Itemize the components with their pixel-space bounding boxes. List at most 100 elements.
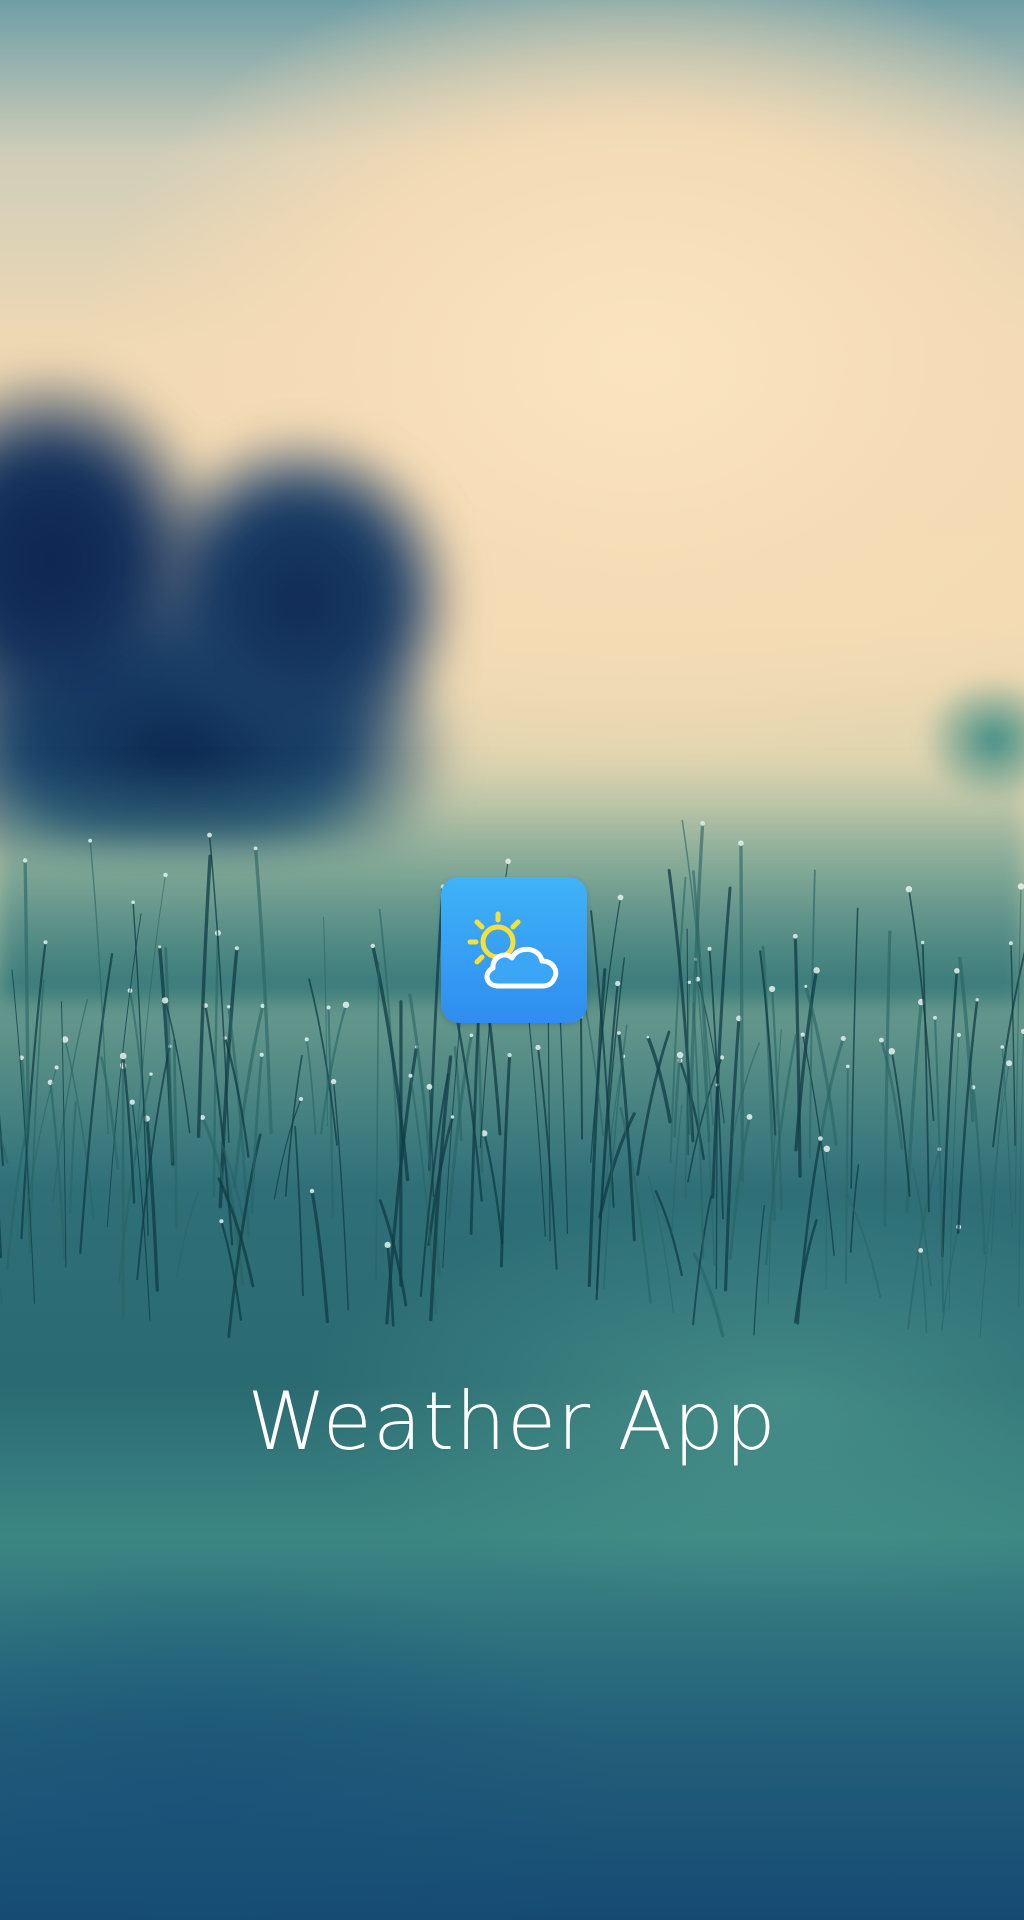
grass-blade: [0, 1114, 5, 1166]
grass-blade: [646, 1035, 672, 1124]
dew-drop: [505, 858, 511, 865]
dew-drop: [161, 997, 169, 1004]
grass-blade: [23, 858, 30, 1135]
grass-blade: [327, 1006, 334, 1218]
dew-drop: [800, 1032, 805, 1037]
dew-drop: [746, 1114, 753, 1120]
grass-blade: [294, 1125, 304, 1297]
dew-drop: [617, 894, 624, 901]
grass-blade: [172, 1039, 178, 1229]
grass-blade: [250, 1053, 264, 1214]
dew-drop: [54, 1065, 59, 1070]
dew-drop: [918, 1248, 924, 1253]
grass-blade: [972, 1086, 986, 1256]
grass-blade: [905, 1000, 924, 1214]
dew-drop: [158, 945, 162, 949]
grass-blade: [753, 1204, 765, 1336]
grass-blade: [907, 1148, 941, 1330]
dew-drop: [330, 1078, 337, 1085]
splash-screen: Weather App: [0, 0, 1024, 1920]
dew-drop: [370, 943, 375, 949]
dew-drop: [921, 940, 925, 945]
grass-blade: [921, 941, 930, 1213]
grass-blade: [850, 907, 859, 1189]
dew-drop: [163, 872, 168, 878]
dew-drop: [535, 1044, 541, 1051]
grass-blade: [69, 1101, 77, 1214]
dew-drop: [719, 1055, 725, 1060]
grass-blade: [671, 1104, 683, 1235]
dew-drop: [507, 1053, 512, 1058]
dew-drop: [769, 985, 776, 993]
grass-blade: [196, 854, 212, 1139]
dew-drop: [818, 1136, 823, 1141]
grass-blade: [1014, 885, 1022, 1215]
grass-blade: [121, 1054, 136, 1204]
dew-drop: [676, 1051, 684, 1059]
dew-drop: [700, 821, 705, 826]
grass-blade: [654, 1190, 683, 1277]
grass-blade: [499, 1053, 512, 1268]
dew-drop: [1008, 941, 1013, 946]
dew-drop: [253, 846, 258, 851]
dew-drop: [846, 1064, 850, 1069]
dew-drop: [259, 1052, 264, 1057]
dew-drop: [738, 840, 744, 846]
grass-blade: [647, 1175, 674, 1313]
grass-blade: [739, 841, 745, 1182]
dew-drop: [879, 1037, 884, 1043]
dew-drop: [823, 1145, 830, 1152]
dew-drop: [226, 1005, 231, 1009]
dew-drop: [813, 967, 820, 974]
dew-drop: [905, 886, 913, 893]
grass-blade: [332, 1080, 349, 1311]
grass-blade: [919, 1249, 928, 1334]
grass-blade: [715, 1084, 718, 1289]
dew-drop: [1000, 1045, 1004, 1049]
dew-drop: [326, 1005, 331, 1010]
dew-drop: [804, 984, 808, 988]
grass-blade: [49, 1081, 66, 1260]
dew-drop: [956, 1032, 962, 1038]
dew-drop: [131, 900, 135, 905]
grass-blade: [310, 1189, 329, 1324]
dew-drop: [646, 1035, 650, 1039]
dew-drop: [426, 1083, 433, 1090]
dew-drop: [43, 940, 48, 945]
grass-blade: [692, 870, 711, 1143]
dew-drop: [450, 1115, 455, 1119]
grass-blade: [825, 1148, 828, 1290]
dew-drop: [234, 946, 239, 951]
dew-drop: [469, 1033, 474, 1038]
grass-blade: [844, 1065, 849, 1285]
dew-drop: [1017, 883, 1024, 890]
partly-cloudy-icon: [467, 911, 559, 989]
dew-drop: [933, 1015, 937, 1020]
grass-blade: [100, 1056, 119, 1170]
dew-drop: [219, 1219, 224, 1224]
grass-blade: [1010, 942, 1016, 1146]
dew-drop: [954, 968, 960, 974]
dew-drop: [149, 1072, 153, 1076]
dew-drop: [119, 1052, 127, 1060]
grass-blade: [284, 1054, 303, 1197]
app-icon: [441, 877, 587, 1023]
grass-blade: [1018, 1030, 1024, 1308]
dew-drop: [617, 1031, 621, 1035]
dew-drop: [1006, 1060, 1013, 1067]
dew-drop: [408, 1073, 413, 1078]
dew-drop: [707, 946, 712, 951]
grass-blade: [483, 1132, 504, 1245]
grass-blade: [375, 961, 380, 1280]
grass-blade: [89, 839, 109, 1135]
grass-blade: [579, 1015, 584, 1140]
dew-drop: [207, 832, 212, 838]
app-title: Weather App: [247, 1375, 777, 1468]
dew-drop: [975, 998, 979, 1002]
dew-drop: [792, 933, 798, 939]
grass-blade: [883, 930, 892, 1227]
dew-drop: [687, 980, 692, 984]
grass-blade: [890, 1050, 911, 1197]
dew-drop: [840, 1036, 846, 1041]
dew-drop: [888, 1048, 895, 1055]
